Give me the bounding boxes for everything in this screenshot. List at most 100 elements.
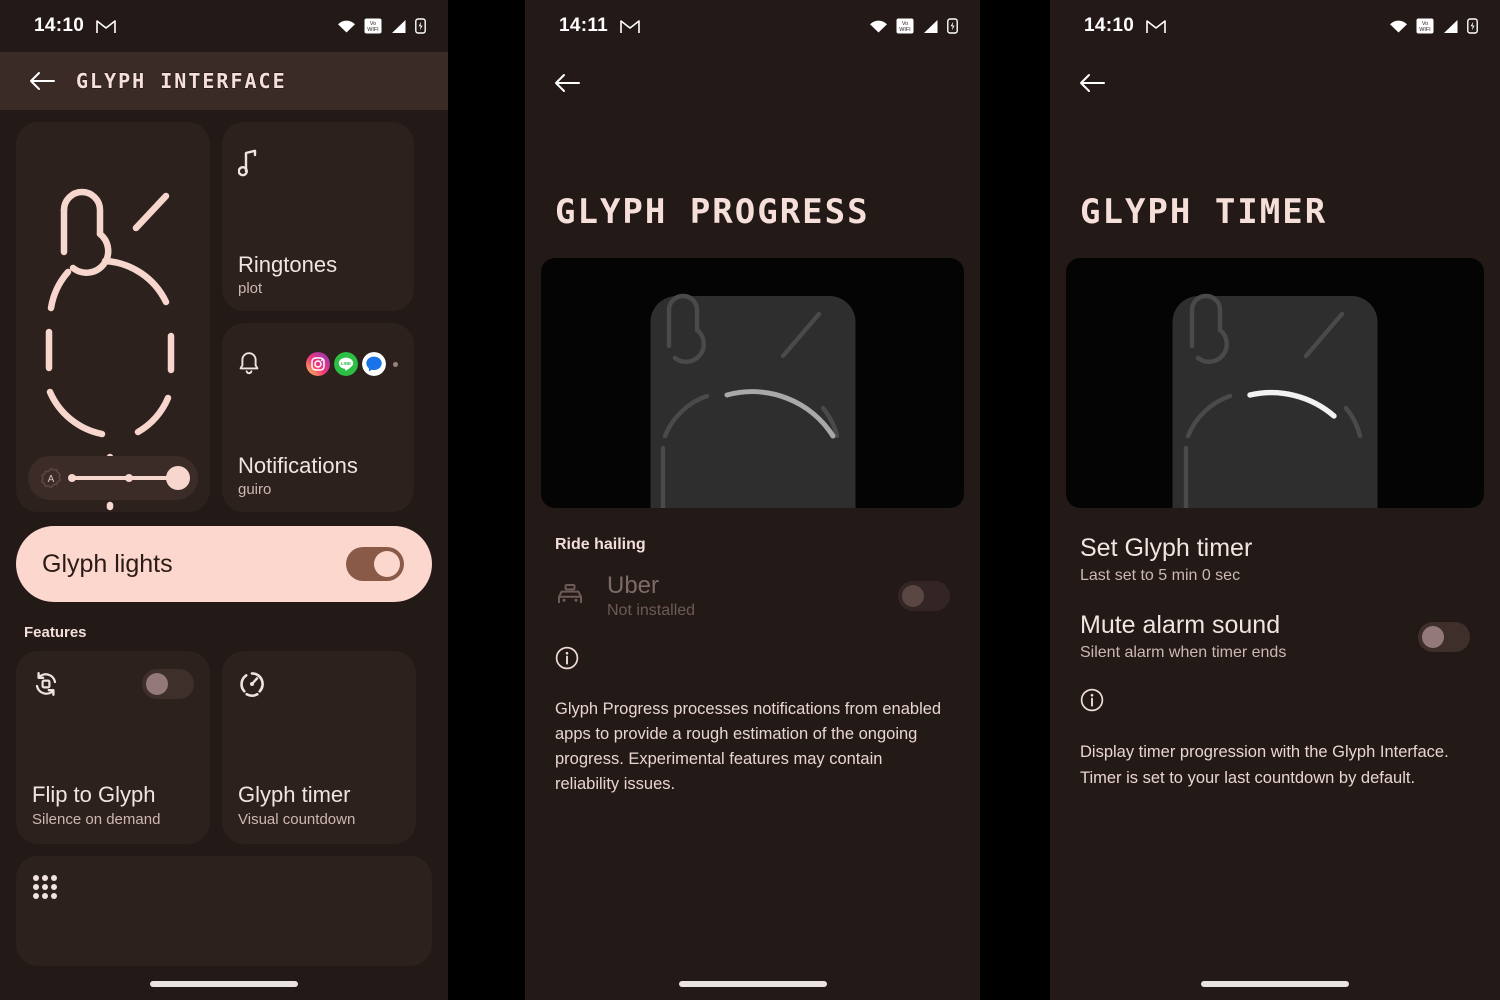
- feature-card-flip-to-glyph[interactable]: Flip to Glyph Silence on demand: [16, 651, 210, 844]
- apps-card[interactable]: [16, 856, 432, 966]
- notification-app-icons: LINE: [306, 352, 398, 376]
- back-button[interactable]: [18, 57, 66, 105]
- info-icon: [1080, 688, 1104, 712]
- gmail-icon: [96, 20, 116, 33]
- notifications-title: Notifications: [238, 453, 358, 478]
- app-bar: GLYPH INTERFACE: [0, 52, 448, 110]
- glyph-progress-preview: [541, 258, 964, 508]
- app-row-uber[interactable]: Uber Not installed: [525, 554, 980, 620]
- app-bar: [525, 52, 980, 114]
- wifi-icon: [1390, 20, 1407, 32]
- panel-glyph-interface: 14:10 Vo WIFI GLYPH INTERFACE A Ringtone…: [0, 0, 448, 1000]
- content: A Ringtones plot LINE Notifications guir…: [0, 122, 448, 966]
- flip-to-glyph-subtitle: Silence on demand: [32, 811, 161, 828]
- back-button[interactable]: [543, 59, 591, 107]
- info-icon-wrap: [1050, 662, 1500, 717]
- brightness-track[interactable]: [68, 466, 190, 490]
- ringtones-card[interactable]: Ringtones plot: [222, 122, 414, 311]
- set-timer-subtitle: Last set to 5 min 0 sec: [1080, 567, 1241, 584]
- signal-icon: [924, 19, 938, 33]
- svg-text:WIFI: WIFI: [899, 27, 910, 33]
- section-label-ride-hailing: Ride hailing: [555, 536, 646, 553]
- gmail-icon: [1146, 20, 1166, 33]
- signal-icon: [1444, 19, 1458, 33]
- signal-icon: [392, 19, 406, 33]
- messages-icon: [362, 352, 386, 376]
- back-arrow-icon: [1080, 74, 1105, 92]
- mute-alarm-title: Mute alarm sound: [1080, 611, 1281, 639]
- home-indicator: [1201, 981, 1349, 987]
- panel-gap: [980, 0, 1050, 1000]
- wifi-icon: [870, 20, 887, 32]
- status-bar: 14:11 Vo WIFI: [525, 0, 980, 52]
- back-button[interactable]: [1068, 59, 1116, 107]
- back-arrow-icon: [30, 72, 55, 90]
- row-mute-alarm-sound[interactable]: Mute alarm sound Silent alarm when timer…: [1050, 585, 1500, 662]
- right-column: Ringtones plot LINE Notifications guiro: [222, 122, 414, 512]
- vowifi-icon: Vo WIFI: [364, 18, 382, 34]
- svg-text:WIFI: WIFI: [367, 27, 378, 33]
- svg-text:LINE: LINE: [341, 361, 351, 366]
- page-title: GLYPH TIMER: [1080, 192, 1328, 232]
- notifications-subtitle: guiro: [238, 481, 272, 498]
- home-indicator: [150, 981, 298, 987]
- music-note-icon: [238, 149, 257, 177]
- instagram-icon: [306, 352, 330, 376]
- brightness-slider[interactable]: A: [28, 456, 198, 500]
- ringtones-subtitle: plot: [238, 280, 263, 297]
- home-indicator: [678, 981, 827, 987]
- svg-text:A: A: [48, 474, 55, 485]
- notifications-card[interactable]: LINE Notifications guiro: [222, 323, 414, 512]
- uber-switch[interactable]: [898, 581, 950, 611]
- panel-glyph-timer: 14:10 Vo WIFI GLYPH TIMER Set Glyph time…: [1050, 0, 1500, 1000]
- screenshot-root: 14:10 Vo WIFI GLYPH INTERFACE A Ringtone…: [0, 0, 1500, 1000]
- mute-alarm-switch[interactable]: [1418, 621, 1470, 652]
- vowifi-icon: Vo WIFI: [896, 18, 914, 34]
- slider-thumb[interactable]: [166, 466, 190, 490]
- panel-gap: [448, 0, 525, 1000]
- slider-stop: [125, 474, 133, 482]
- status-time: 14:11: [559, 15, 609, 36]
- vowifi-icon: Vo WIFI: [1416, 18, 1434, 34]
- features-section-label: Features: [24, 624, 87, 641]
- features-grid: Flip to Glyph Silence on demand Glyph ti…: [16, 651, 432, 844]
- progress-description: Glyph Progress processes notifications f…: [555, 700, 942, 793]
- status-time: 14:10: [1084, 15, 1135, 36]
- top-grid: A Ringtones plot LINE Notifications guir…: [16, 122, 432, 512]
- info-icon: [555, 646, 579, 670]
- page-title: GLYPH PROGRESS: [555, 192, 870, 232]
- status-time: 14:10: [34, 15, 85, 36]
- uber-title: Uber: [607, 572, 660, 599]
- wifi-icon: [338, 20, 355, 32]
- glyph-preview-pattern-icon: [660, 293, 840, 508]
- ringtones-title: Ringtones: [238, 252, 338, 277]
- glyph-timer-preview: [1066, 258, 1484, 508]
- timer-description: Display timer progression with the Glyph…: [1080, 743, 1449, 787]
- battery-icon: [947, 18, 958, 34]
- info-icon-wrap: [525, 620, 980, 675]
- feature-card-glyph-timer[interactable]: Glyph timer Visual countdown: [222, 651, 416, 844]
- uber-subtitle: Not installed: [607, 602, 696, 619]
- taxi-icon: [555, 583, 595, 609]
- battery-icon: [415, 18, 426, 34]
- glyph-lights-switch[interactable]: [346, 547, 404, 581]
- timer-circle-icon: [240, 672, 264, 697]
- glyph-lights-toggle-card[interactable]: Glyph lights: [16, 526, 432, 602]
- line-icon: LINE: [334, 352, 358, 376]
- bell-icon: [239, 352, 259, 375]
- flip-to-glyph-title: Flip to Glyph: [32, 782, 156, 807]
- auto-brightness-icon: A: [41, 467, 61, 489]
- status-bar: 14:10 Vo WIFI: [1050, 0, 1500, 52]
- panel-glyph-progress: 14:11 Vo WIFI GLYPH PROGRESS Ride hailin…: [525, 0, 980, 1000]
- back-arrow-icon: [555, 74, 580, 92]
- glyph-pattern-preview[interactable]: A: [16, 122, 210, 512]
- glyph-preview-pattern-icon: [1183, 293, 1363, 508]
- slider-stop: [68, 474, 76, 482]
- battery-icon: [1467, 18, 1478, 34]
- glyph-pattern-icon: [45, 188, 175, 511]
- row-set-glyph-timer[interactable]: Set Glyph timer Last set to 5 min 0 sec: [1050, 508, 1500, 585]
- flip-to-glyph-switch[interactable]: [142, 669, 194, 699]
- status-bar: 14:10 Vo WIFI: [0, 0, 448, 52]
- gmail-icon: [620, 20, 640, 33]
- set-timer-title: Set Glyph timer: [1080, 534, 1253, 562]
